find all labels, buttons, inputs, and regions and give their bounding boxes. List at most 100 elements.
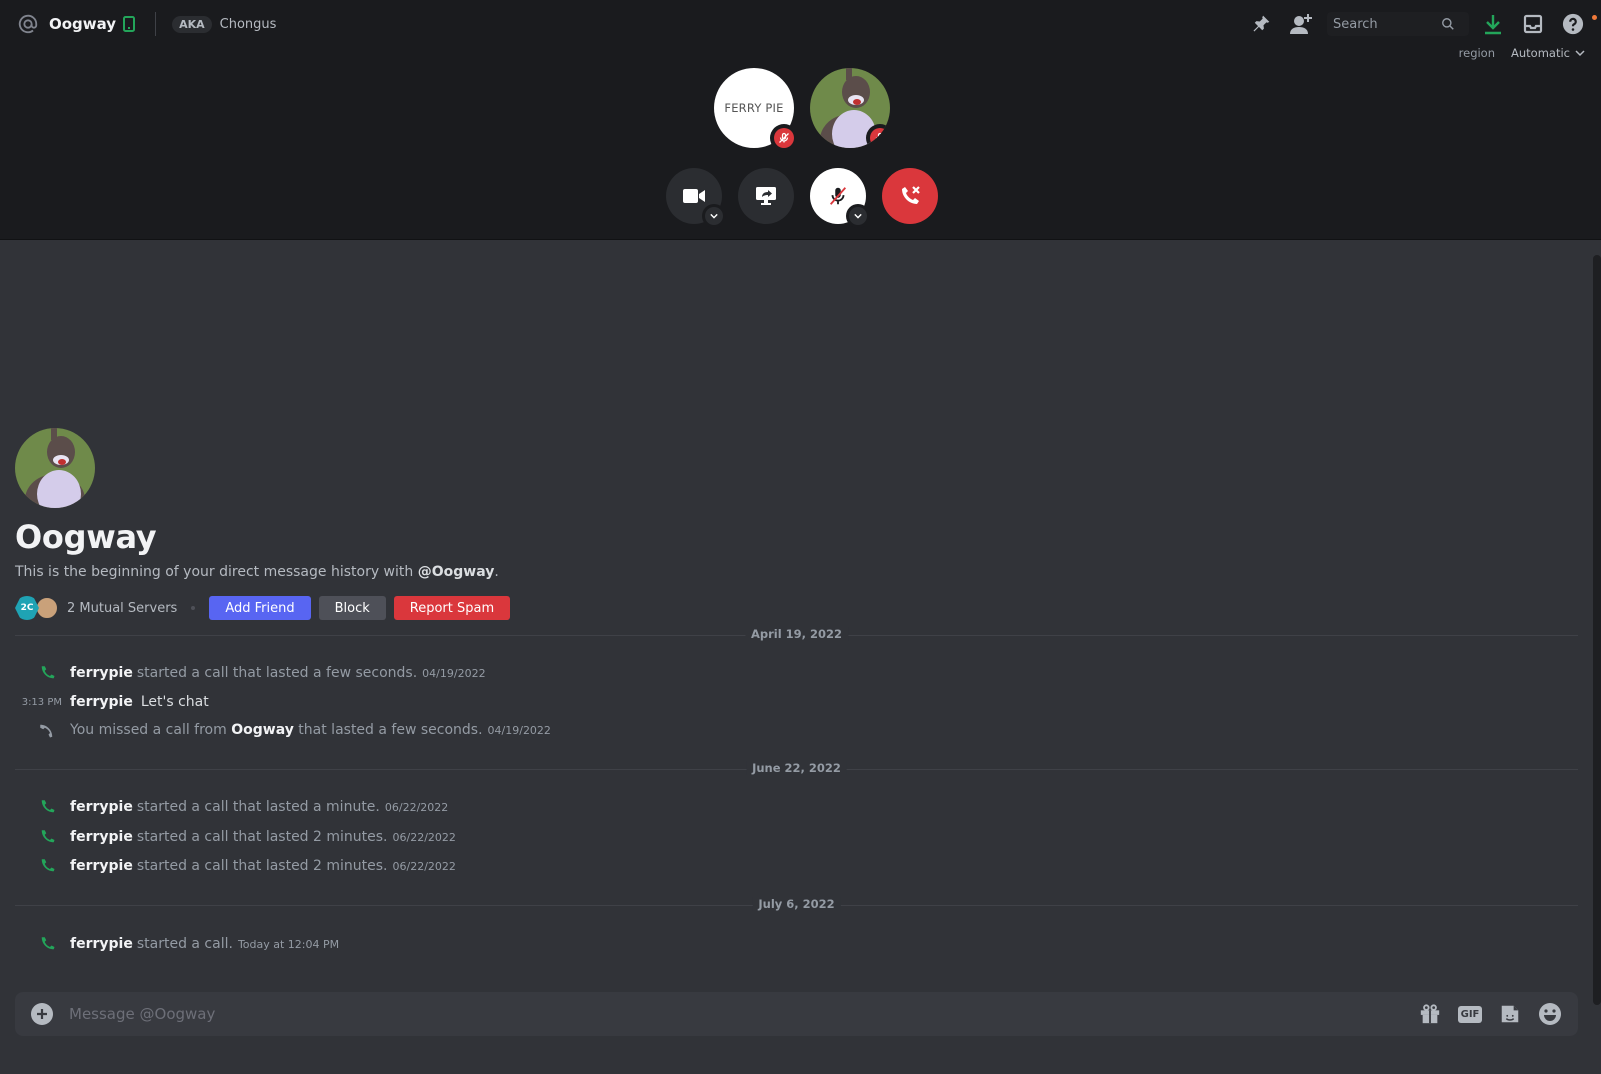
date-label: April 19, 2022 — [744, 627, 849, 641]
intro-description: This is the beginning of your direct mes… — [15, 564, 518, 580]
region-value: Automatic — [1511, 46, 1570, 60]
download-icon[interactable] — [1481, 12, 1505, 36]
emoji-icon[interactable] — [1538, 1002, 1562, 1026]
camera-icon — [683, 188, 705, 204]
phone-icon — [0, 664, 70, 682]
chevron-down-icon — [1575, 48, 1585, 58]
message-author[interactable]: ferrypie — [70, 829, 133, 845]
message-author[interactable]: ferrypie — [70, 694, 133, 710]
mutual-row: 2C 2 Mutual Servers Add Friend Block Rep… — [15, 596, 518, 620]
gift-icon[interactable] — [1418, 1002, 1442, 1026]
message-timestamp: 04/19/2022 — [422, 666, 486, 680]
intro-mention: @Oogway — [417, 564, 495, 580]
message-timestamp: 06/22/2022 — [384, 800, 449, 814]
attach-plus-icon[interactable] — [31, 1003, 53, 1025]
sticker-icon[interactable] — [1498, 1002, 1522, 1026]
mute-button[interactable] — [810, 168, 870, 228]
muted-badge — [770, 124, 798, 152]
help-icon[interactable] — [1561, 12, 1597, 36]
muted-badge — [866, 124, 890, 148]
missed-call-text: You missed a call from Oogway that laste… — [70, 722, 483, 738]
aka-badge: AKA — [172, 15, 212, 33]
call-participants: FERRY PIE — [714, 68, 890, 152]
camera-button[interactable] — [666, 168, 726, 228]
add-friend-button[interactable]: Add Friend — [209, 596, 311, 620]
region-label: region — [1458, 46, 1496, 60]
report-spam-button[interactable]: Report Spam — [393, 596, 511, 620]
message-timestamp: 04/19/2022 — [487, 723, 551, 737]
phone-icon — [0, 857, 70, 875]
search-box[interactable] — [1327, 12, 1469, 36]
call-message: ferrypie started a call that lasted 2 mi… — [0, 855, 456, 877]
mutual-servers-link[interactable]: 2 Mutual Servers — [67, 601, 177, 616]
screen-share-button[interactable] — [738, 168, 794, 224]
participant-name: FERRY PIE — [724, 101, 784, 115]
call-controls — [666, 168, 938, 228]
message-author[interactable]: ferrypie — [70, 665, 133, 681]
call-message: ferrypie started a call. Today at 12:04 … — [0, 933, 339, 955]
message-composer: GIF — [15, 992, 1578, 1036]
at-icon — [16, 12, 40, 36]
pin-icon[interactable] — [1249, 12, 1273, 36]
call-message: ferrypie started a call that lasted a mi… — [0, 796, 448, 818]
search-input[interactable] — [1333, 16, 1441, 32]
phone-icon — [0, 828, 70, 846]
call-message: ferrypie started a call that lasted a fe… — [0, 662, 486, 684]
message-timestamp: 06/22/2022 — [392, 859, 456, 873]
chat-message: 3:13 PM ferrypie Let's chat — [0, 691, 209, 713]
region-dropdown[interactable]: Automatic — [1511, 46, 1585, 60]
server-icon: 2C — [15, 596, 39, 620]
region-selector: region Automatic — [1459, 46, 1585, 60]
phone-icon — [0, 935, 70, 953]
message-author: Oogway — [231, 722, 294, 738]
date-label: June 22, 2022 — [746, 761, 847, 775]
mutual-server-icons[interactable]: 2C — [15, 596, 59, 620]
separator-dot — [191, 606, 196, 610]
audio-options-button[interactable] — [846, 204, 870, 228]
participant-tile-oogway[interactable] — [810, 68, 890, 148]
aka-name: Chongus — [219, 16, 277, 32]
message-author[interactable]: ferrypie — [70, 799, 133, 815]
notification-dot — [1592, 15, 1597, 20]
missed-call-message: You missed a call from Oogway that laste… — [0, 719, 551, 741]
message-author[interactable]: ferrypie — [70, 858, 133, 874]
date-label: July 6, 2022 — [752, 897, 841, 911]
header-divider — [155, 12, 157, 36]
message-author[interactable]: ferrypie — [70, 936, 133, 952]
gif-button[interactable]: GIF — [1457, 1002, 1483, 1026]
message-input[interactable] — [69, 1005, 1418, 1023]
microphone-muted-icon — [827, 185, 849, 207]
message-content: Let's chat — [140, 694, 209, 710]
date-divider: July 6, 2022 — [15, 897, 1578, 911]
message-text: started a call that lasted 2 minutes. — [136, 858, 388, 874]
mobile-icon — [123, 16, 136, 32]
date-divider: April 19, 2022 — [15, 627, 1578, 641]
message-text: started a call that lasted a few seconds… — [136, 665, 418, 681]
camera-options-button[interactable] — [702, 204, 726, 228]
screen-share-icon — [755, 186, 777, 206]
dm-title: Oogway — [49, 15, 117, 33]
call-message: ferrypie started a call that lasted 2 mi… — [0, 826, 456, 848]
dm-intro: Oogway This is the beginning of your dir… — [15, 428, 518, 620]
search-icon — [1441, 17, 1455, 31]
disconnect-button[interactable] — [882, 168, 938, 224]
phone-hangup-icon — [898, 184, 922, 208]
block-button[interactable]: Block — [318, 596, 386, 620]
composer-tools: GIF — [1418, 1002, 1562, 1026]
scrollbar[interactable] — [1593, 255, 1601, 1005]
missed-call-icon — [0, 721, 70, 739]
inbox-icon[interactable] — [1521, 12, 1545, 36]
call-area: Oogway AKA Chongus Search region Automat… — [0, 0, 1601, 240]
profile-name: Oogway — [15, 518, 157, 556]
message-text: started a call that lasted a minute. — [136, 799, 380, 815]
date-divider: June 22, 2022 — [15, 761, 1578, 775]
message-text: started a call that lasted 2 minutes. — [136, 829, 388, 845]
chat-area: Oogway This is the beginning of your dir… — [0, 241, 1601, 1074]
message-timestamp: Today at 12:04 PM — [237, 937, 340, 951]
app: Oogway AKA Chongus Search region Automat… — [0, 0, 1601, 1074]
add-member-icon[interactable] — [1289, 12, 1313, 36]
message-time: 3:13 PM — [21, 696, 62, 708]
gif-icon: GIF — [1457, 1005, 1483, 1023]
avatar — [15, 428, 95, 508]
participant-tile-ferrypie[interactable]: FERRY PIE — [714, 68, 798, 152]
